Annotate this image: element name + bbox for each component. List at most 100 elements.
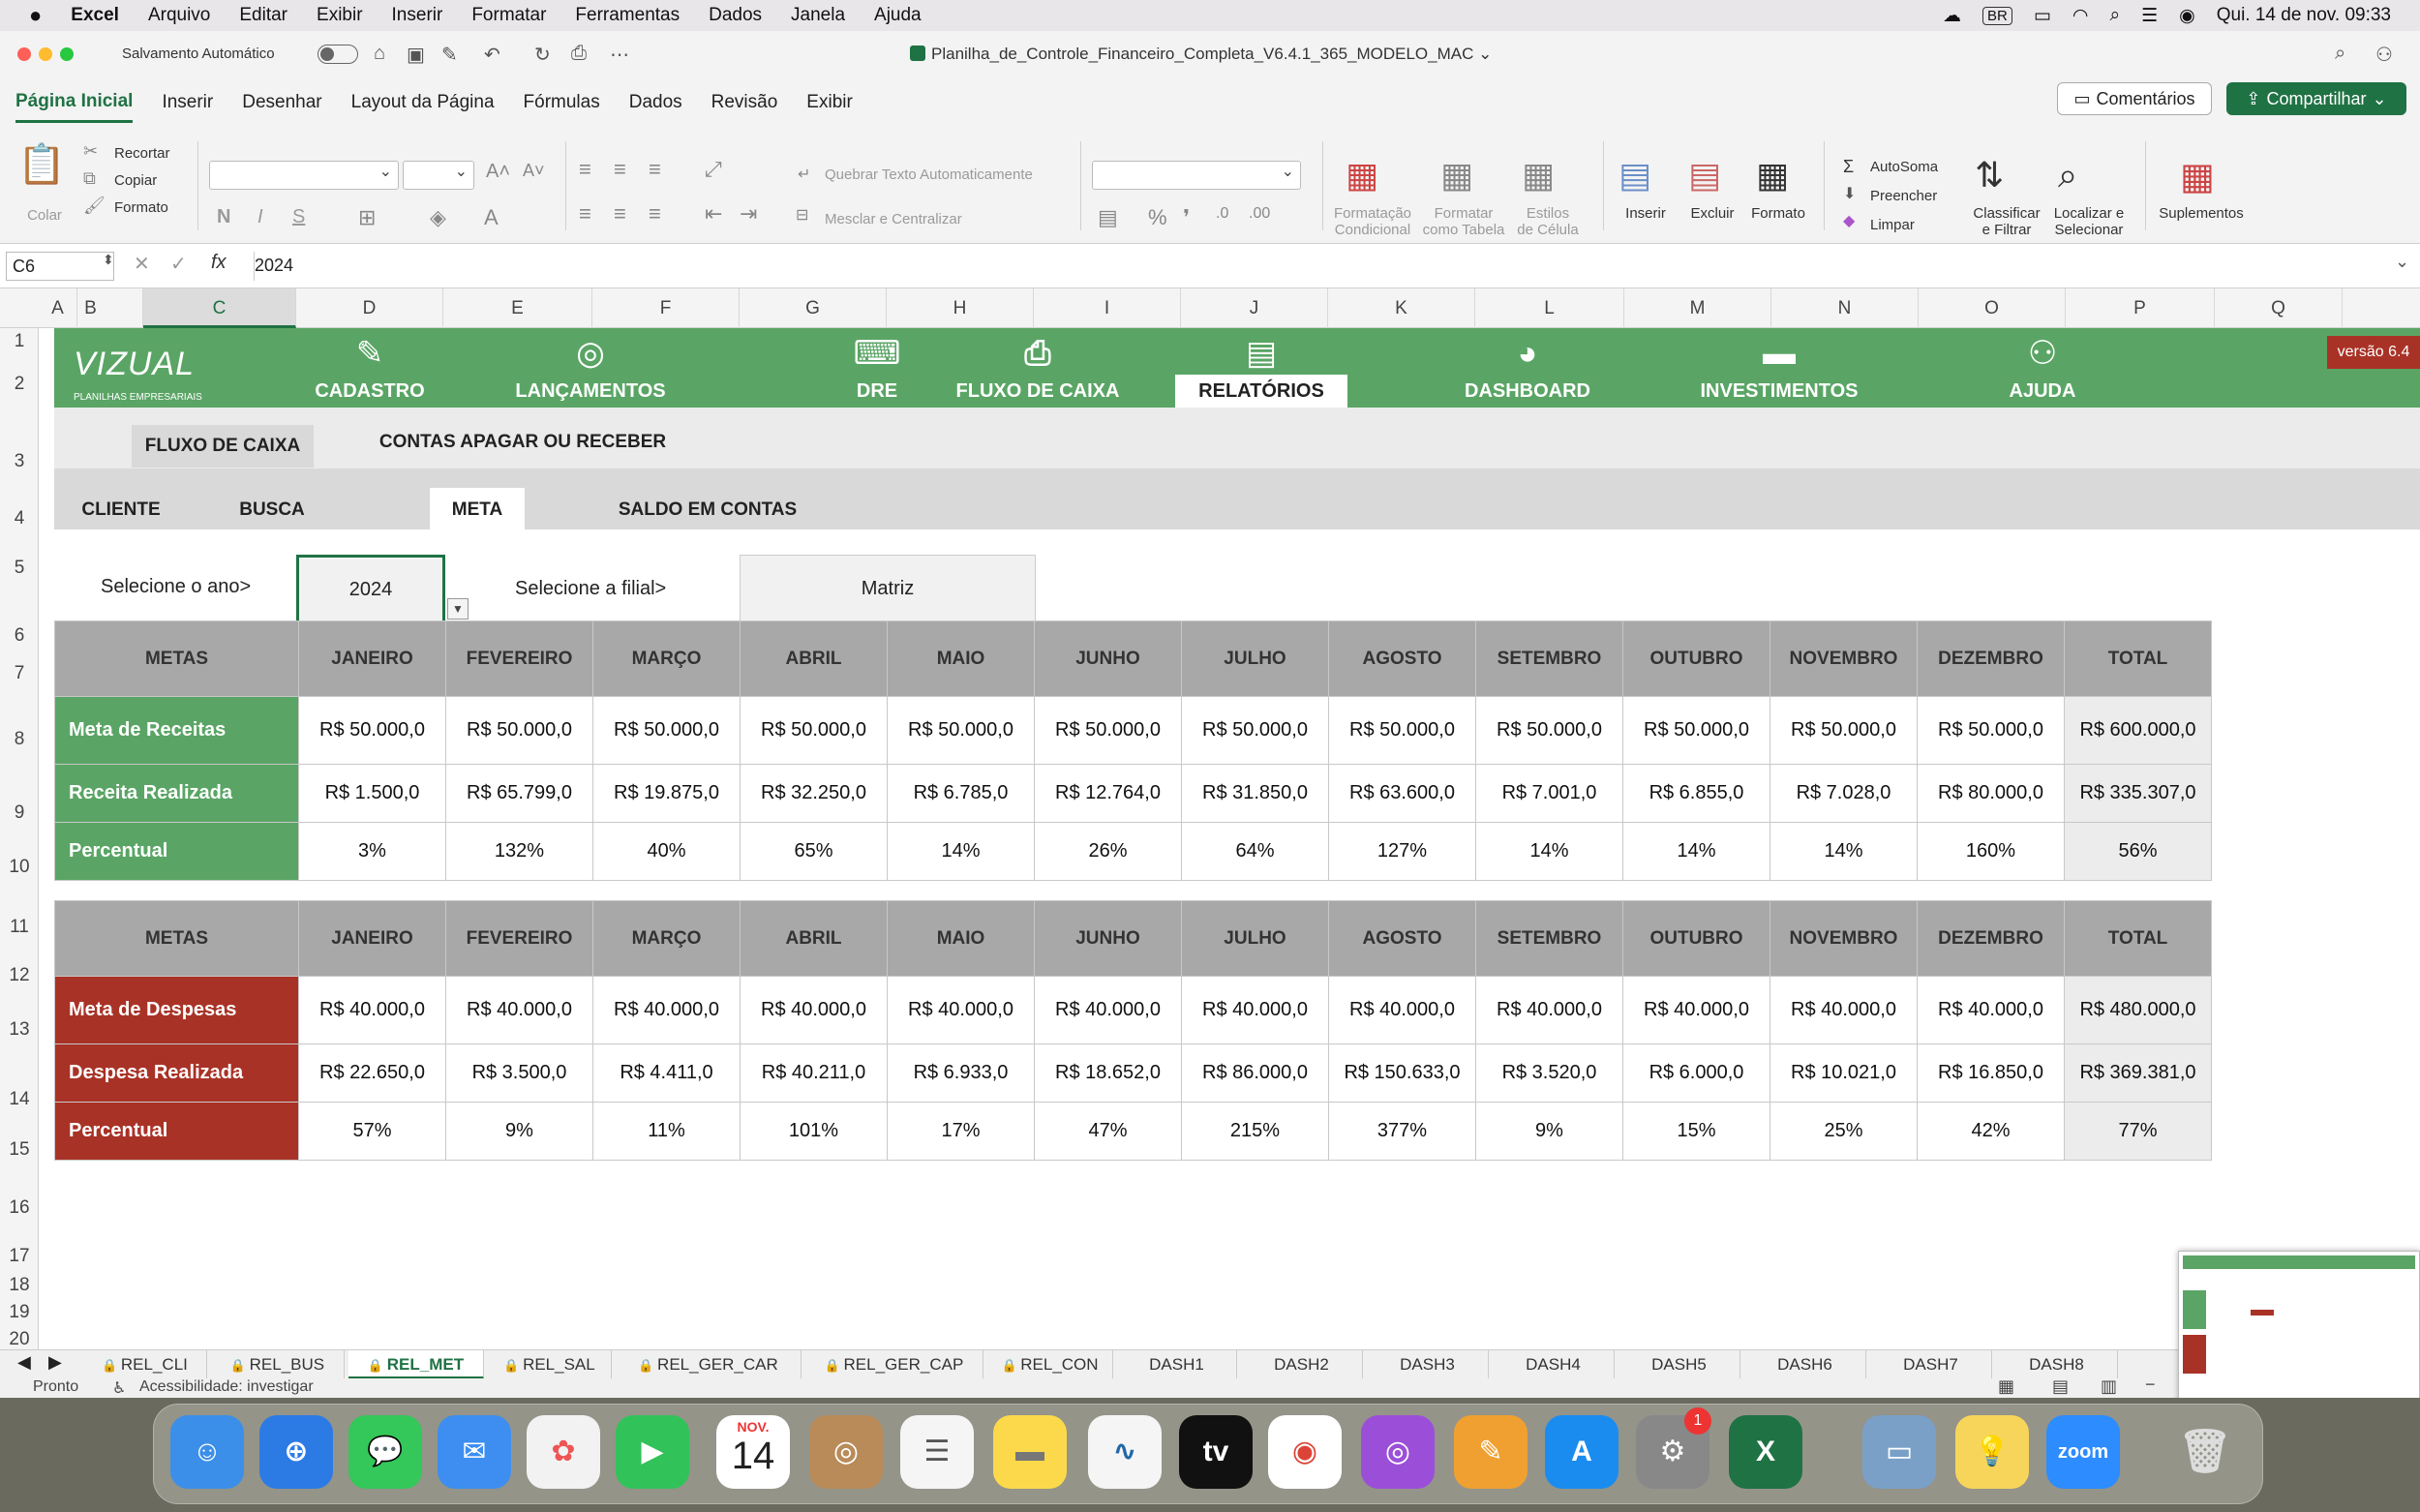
- table-cell[interactable]: R$ 7.028,0: [1770, 764, 1918, 823]
- header-setembro[interactable]: SETEMBRO: [1475, 620, 1623, 697]
- fill-color-icon[interactable]: ◈: [430, 205, 446, 230]
- row-header-14[interactable]: 14: [0, 1089, 39, 1110]
- input-language[interactable]: BR: [1982, 6, 2012, 25]
- orientation-icon[interactable]: ⤢: [705, 157, 722, 182]
- save-as-icon[interactable]: ✎: [441, 43, 458, 67]
- clock[interactable]: Qui. 14 de nov. 09:33: [2217, 5, 2391, 26]
- row-header-11[interactable]: 11: [0, 917, 39, 938]
- table-cell[interactable]: R$ 10.021,0: [1770, 1043, 1918, 1103]
- home-icon[interactable]: ⌂: [374, 43, 385, 65]
- table-cell[interactable]: R$ 40.000,0: [1475, 976, 1623, 1044]
- row-header-17[interactable]: 17: [0, 1246, 39, 1267]
- table-cell[interactable]: R$ 4.411,0: [592, 1043, 741, 1103]
- table-cell[interactable]: R$ 22.650,0: [298, 1043, 446, 1103]
- decrease-indent-icon[interactable]: ⇤: [705, 201, 722, 227]
- table-cell[interactable]: 77%: [2064, 1102, 2212, 1161]
- sheet-tab-rel-met[interactable]: 🔒 REL_MET: [348, 1350, 484, 1379]
- increase-indent-icon[interactable]: ⇥: [740, 201, 757, 227]
- sheet-tab-rel-sal[interactable]: 🔒 REL_SAL: [488, 1350, 612, 1379]
- podcasts-icon[interactable]: ◎: [1361, 1415, 1435, 1489]
- table-cell[interactable]: R$ 6.855,0: [1622, 764, 1770, 823]
- table-cell[interactable]: 9%: [445, 1102, 593, 1161]
- table-cell[interactable]: R$ 16.850,0: [1917, 1043, 2065, 1103]
- bold-button[interactable]: N: [217, 207, 230, 227]
- header-setembro[interactable]: SETEMBRO: [1475, 900, 1623, 977]
- header-dezembro[interactable]: DEZEMBRO: [1917, 900, 2065, 977]
- sheet-tab-rel-cli[interactable]: 🔒 REL_CLI: [83, 1350, 207, 1379]
- header-julho[interactable]: JULHO: [1181, 620, 1329, 697]
- table-cell[interactable]: R$ 86.000,0: [1181, 1043, 1329, 1103]
- row-header-12[interactable]: 12: [0, 965, 39, 986]
- trash-icon[interactable]: 🗑: [2168, 1415, 2242, 1489]
- format-cells-icon[interactable]: ▦: [1756, 155, 1789, 196]
- table-cell[interactable]: R$ 40.000,0: [887, 976, 1035, 1044]
- table-cell[interactable]: 15%: [1622, 1102, 1770, 1161]
- column-header-d[interactable]: D: [296, 288, 443, 328]
- cell-styles-button[interactable]: Estilos de Célula: [1508, 205, 1588, 238]
- merge-center-button[interactable]: Mesclar e Centralizar: [825, 211, 962, 227]
- number-format-select[interactable]: [1092, 161, 1301, 190]
- sheet-tab-dash8[interactable]: DASH8: [1996, 1350, 2118, 1379]
- table-cell[interactable]: R$ 50.000,0: [887, 696, 1035, 765]
- spotlight-icon[interactable]: ⌕: [2109, 5, 2120, 26]
- sheet-tab-dash4[interactable]: DASH4: [1493, 1350, 1615, 1379]
- table-cell[interactable]: R$ 50.000,0: [298, 696, 446, 765]
- sheet-tab-rel-con[interactable]: 🔒 REL_CON: [987, 1350, 1113, 1379]
- function-icon[interactable]: fx: [211, 252, 227, 274]
- table-cell[interactable]: R$ 32.250,0: [740, 764, 888, 823]
- format-cells-button[interactable]: Formato: [1750, 205, 1806, 222]
- sheet-tab-rel-ger-car[interactable]: 🔒 REL_GER_CAR: [616, 1350, 802, 1379]
- underline-button[interactable]: S: [292, 207, 305, 227]
- currency-icon[interactable]: ▤: [1098, 205, 1118, 230]
- enter-icon[interactable]: ✓: [170, 252, 187, 276]
- table-cell[interactable]: 11%: [592, 1102, 741, 1161]
- nav-dre[interactable]: ⌨ DRE: [790, 328, 964, 408]
- tab-formulas[interactable]: Fórmulas: [524, 84, 600, 121]
- clear-button[interactable]: Limpar: [1870, 217, 1915, 233]
- sheet-tab-rel-ger-cap[interactable]: 🔒 REL_GER_CAP: [805, 1350, 983, 1379]
- autosum-button[interactable]: AutoSoma: [1870, 159, 1938, 175]
- menu-ajuda[interactable]: Ajuda: [874, 5, 922, 26]
- table-cell[interactable]: 132%: [445, 822, 593, 881]
- chrome-icon[interactable]: ◉: [1268, 1415, 1342, 1489]
- table-cell[interactable]: R$ 12.764,0: [1034, 764, 1182, 823]
- header-maio[interactable]: MAIO: [887, 900, 1035, 977]
- subnav-contas[interactable]: CONTAS APAGAR OU RECEBER: [378, 421, 668, 464]
- header-agosto[interactable]: AGOSTO: [1328, 620, 1476, 697]
- paste-label[interactable]: Colar: [17, 207, 72, 224]
- table-cell[interactable]: R$ 19.875,0: [592, 764, 741, 823]
- table-cell[interactable]: 40%: [592, 822, 741, 881]
- table-cell[interactable]: R$ 6.000,0: [1622, 1043, 1770, 1103]
- column-header-g[interactable]: G: [740, 288, 887, 328]
- column-header-b[interactable]: B: [39, 288, 143, 328]
- autosum-icon[interactable]: Σ: [1843, 157, 1854, 177]
- table-cell[interactable]: R$ 40.000,0: [1034, 976, 1182, 1044]
- table-cell[interactable]: 57%: [298, 1102, 446, 1161]
- table-cell[interactable]: R$ 50.000,0: [445, 696, 593, 765]
- tab-revisao[interactable]: Revisão: [711, 84, 778, 121]
- header-agosto[interactable]: AGOSTO: [1328, 900, 1476, 977]
- paste-icon[interactable]: 📋: [17, 141, 66, 187]
- table-cell[interactable]: R$ 335.307,0: [2064, 764, 2212, 823]
- header-novembro[interactable]: NOVEMBRO: [1770, 900, 1918, 977]
- menu-janela[interactable]: Janela: [791, 5, 845, 26]
- undo-icon[interactable]: ↶: [484, 43, 500, 67]
- notes-icon[interactable]: ▬: [993, 1415, 1067, 1489]
- close-window-button[interactable]: [17, 47, 31, 61]
- table-cell[interactable]: R$ 3.520,0: [1475, 1043, 1623, 1103]
- header-março[interactable]: MARÇO: [592, 900, 741, 977]
- font-size-select[interactable]: [403, 161, 474, 190]
- search-icon[interactable]: ⌕: [2335, 43, 2345, 65]
- year-dropdown-icon[interactable]: ▼: [447, 598, 469, 620]
- table-cell[interactable]: 101%: [740, 1102, 888, 1161]
- table-cell[interactable]: 14%: [1770, 822, 1918, 881]
- column-header-i[interactable]: I: [1034, 288, 1181, 328]
- menu-ferramentas[interactable]: Ferramentas: [575, 5, 680, 26]
- decrease-decimal-icon[interactable]: .00: [1249, 205, 1270, 223]
- increase-decimal-icon[interactable]: .0: [1216, 205, 1228, 223]
- column-header-o[interactable]: O: [1919, 288, 2066, 328]
- row-header-2[interactable]: 2: [0, 374, 39, 395]
- table-cell[interactable]: R$ 31.850,0: [1181, 764, 1329, 823]
- header-novembro[interactable]: NOVEMBRO: [1770, 620, 1918, 697]
- format-table-button[interactable]: Formatar como Tabela: [1419, 205, 1508, 238]
